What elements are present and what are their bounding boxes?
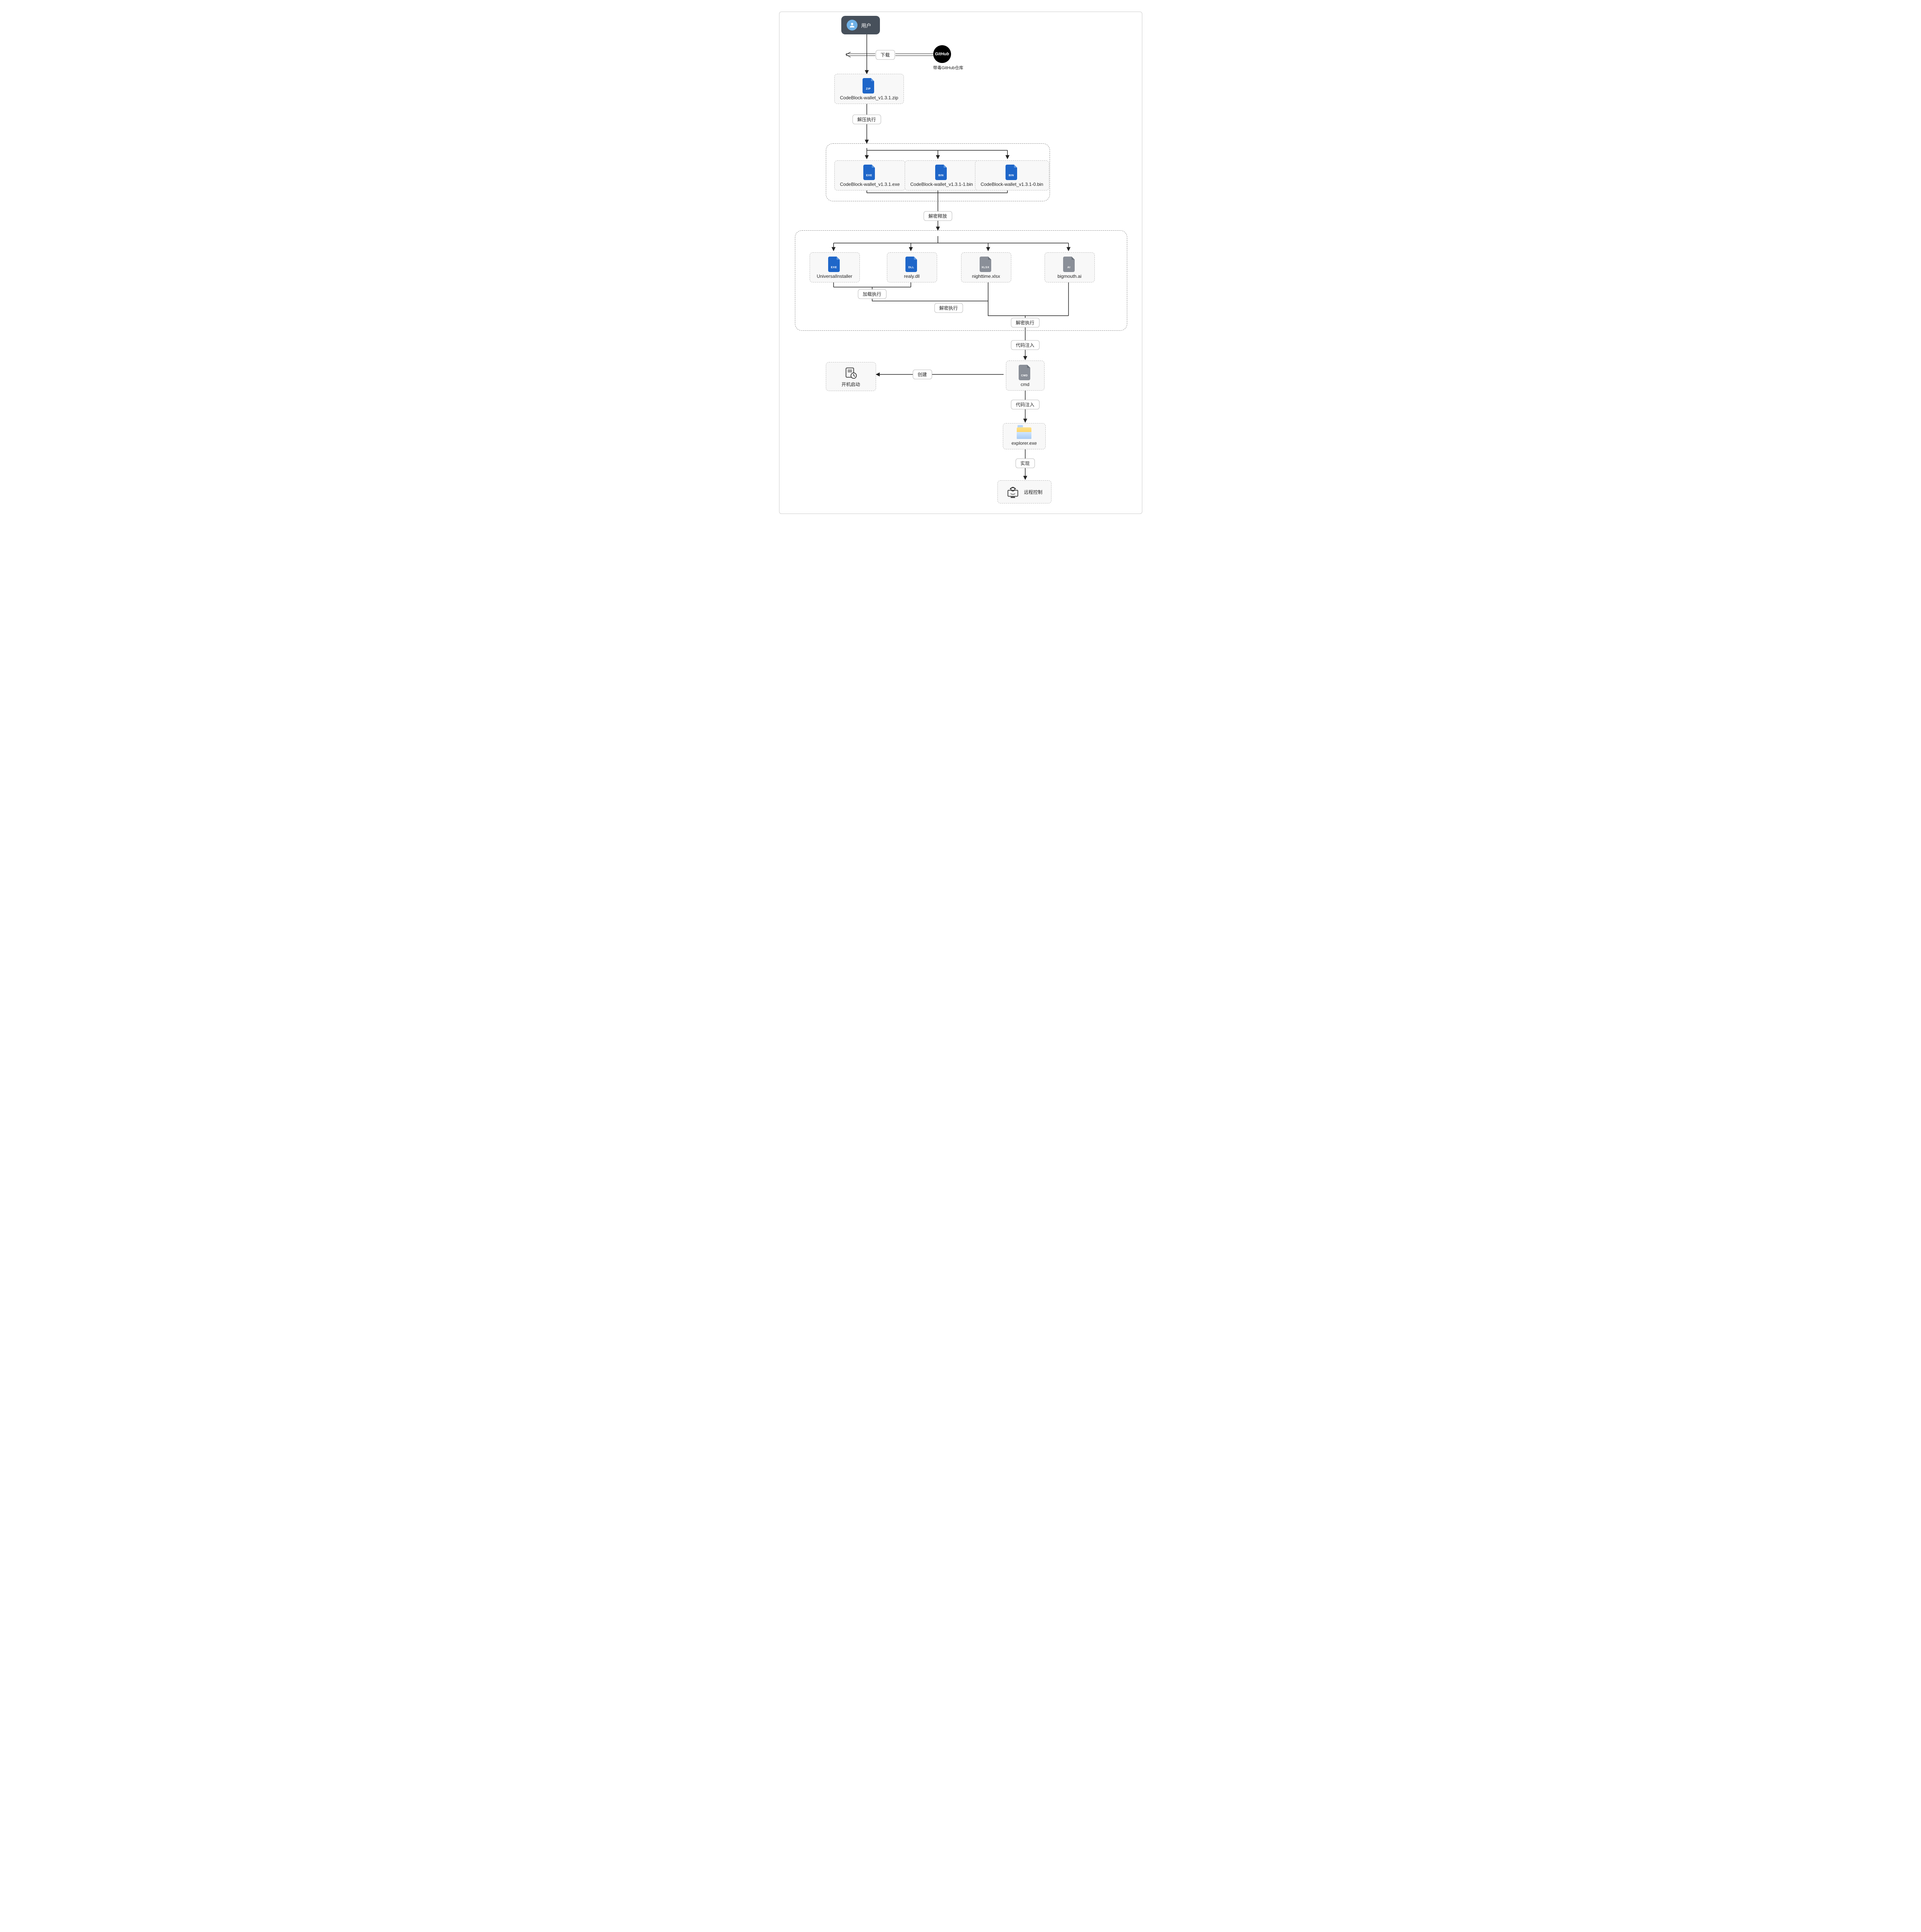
bin-file-icon: BIN [1006, 165, 1019, 180]
dll-file-icon: DLL [905, 257, 919, 272]
svg-text:XLSX: XLSX [981, 266, 989, 269]
zip-file-icon: ZIP [863, 78, 876, 94]
github-icon: GitHub [933, 45, 951, 63]
user-icon [847, 20, 858, 31]
edge-decrypt-exec-2: 解密执行 [1011, 318, 1039, 328]
file-bin0: BIN CodeBlock-wallet_v1.3.1-0.bin [975, 160, 1049, 190]
edge-code-inject-2: 代码注入 [1011, 400, 1039, 410]
svg-text:BIN: BIN [1009, 174, 1014, 177]
file-bigmouth-ai: AI bigmouth.ai [1045, 252, 1095, 282]
svg-text:EXE: EXE [866, 174, 872, 177]
svg-text:BIN: BIN [938, 174, 944, 177]
edge-realize: 实现 [1015, 459, 1035, 468]
edge-create: 创建 [912, 370, 932, 379]
target-explorer: explorer.exe [1003, 423, 1046, 449]
file-nighttime-xlsx: XLSX nighttime.xlsx [961, 252, 1011, 282]
exe-file-icon: EXE [863, 165, 876, 180]
file-zip: ZIP CodeBlock-wallet_v1.3.1.zip [834, 74, 904, 104]
ai-file-icon: AI [1063, 257, 1076, 272]
actor-github-caption: 带毒GitHub仓库 [933, 65, 963, 71]
actor-user: 用户 [841, 16, 880, 34]
svg-text:AI: AI [1067, 266, 1070, 269]
task-scheduler-icon [844, 366, 858, 379]
edge-download: 下载 [875, 50, 895, 60]
svg-text:DLL: DLL [908, 266, 914, 269]
edge-decrypt-exec-1: 解密执行 [934, 303, 963, 313]
file-zip-name: CodeBlock-wallet_v1.3.1.zip [840, 95, 898, 100]
xlsx-file-icon: XLSX [980, 257, 993, 272]
cmd-file-icon: CMD [1019, 365, 1032, 380]
actor-github: GitHub 带毒GitHub仓库 [933, 45, 963, 71]
malware-flow-diagram: 用户 GitHub 带毒GitHub仓库 下载 ZIP CodeBlock-wa… [779, 12, 1142, 514]
explorer-icon [1017, 427, 1031, 439]
svg-text:EXE: EXE [831, 266, 837, 269]
target-remote-control: 远程控制 [997, 480, 1052, 503]
svg-text:ZIP: ZIP [866, 88, 871, 90]
bin-file-icon: BIN [935, 165, 948, 180]
file-cmd: CMD cmd [1006, 361, 1045, 391]
edge-code-inject-1: 代码注入 [1011, 340, 1039, 350]
exe-file-icon: EXE [828, 257, 841, 272]
edge-unzip-exec: 解压执行 [852, 115, 881, 124]
edge-decrypt-release: 解密释放 [923, 211, 952, 221]
edge-load-exec: 加载执行 [858, 289, 886, 299]
file-exe-main: EXE CodeBlock-wallet_v1.3.1.exe [834, 160, 906, 190]
actor-user-label: 用户 [861, 22, 871, 29]
hacker-icon [1006, 485, 1019, 498]
svg-text:CMD: CMD [1021, 374, 1028, 377]
target-boot-start: 开机启动 [826, 362, 876, 391]
file-bin1: BIN CodeBlock-wallet_v1.3.1-1.bin [905, 160, 979, 190]
file-realy-dll: DLL realy.dll [887, 252, 937, 282]
file-universal-installer: EXE UniversalInstaller [810, 252, 860, 282]
